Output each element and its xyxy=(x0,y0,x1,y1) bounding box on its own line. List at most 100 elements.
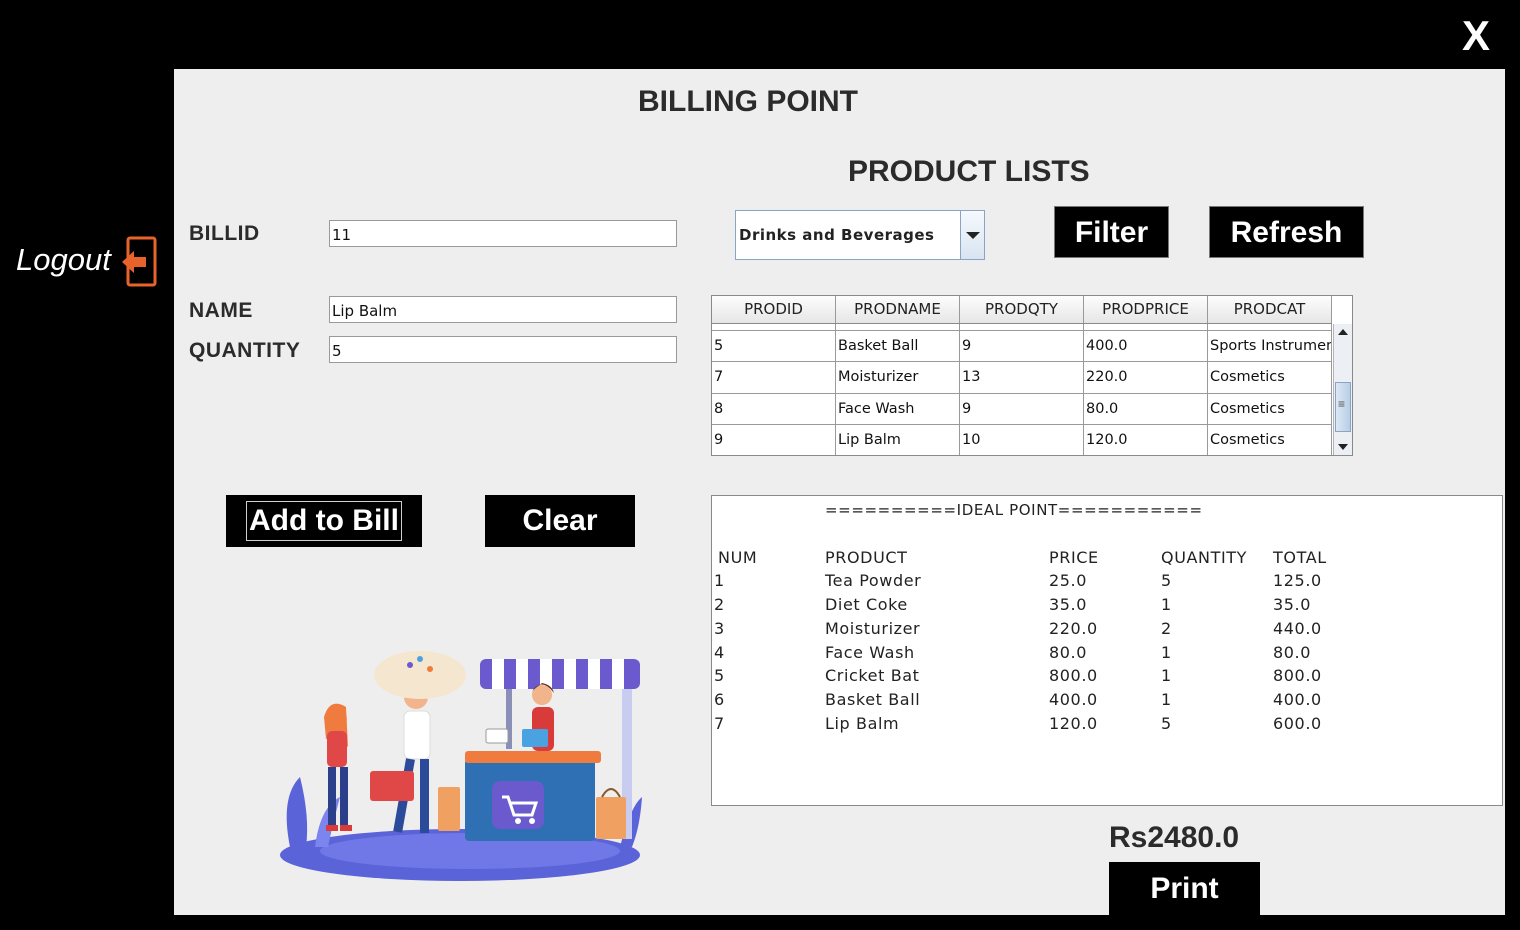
table-row[interactable]: 8 Face Wash 9 80.0 Cosmetics xyxy=(712,393,1332,425)
bill-cell: 5 xyxy=(1161,714,1172,733)
refresh-button[interactable]: Refresh xyxy=(1209,206,1364,258)
table-cell: 120.0 xyxy=(1084,424,1208,455)
scroll-up-icon[interactable] xyxy=(1334,324,1352,340)
column-header[interactable]: PRODNAME xyxy=(836,296,960,323)
bill-cell: 3 xyxy=(714,619,725,638)
table-cell: 5 xyxy=(712,331,836,362)
page-title: BILLING POINT xyxy=(638,85,858,118)
table-cell: 9 xyxy=(712,424,836,455)
table-cell: Basket Ball xyxy=(836,331,960,362)
quantity-field[interactable]: 5 xyxy=(329,336,677,363)
product-lists-title: PRODUCT LISTS xyxy=(848,155,1090,188)
bill-cell: 4 xyxy=(714,643,725,662)
add-to-bill-label: Add to Bill xyxy=(246,501,402,541)
clear-button[interactable]: Clear xyxy=(485,495,635,547)
bill-cell: 80.0 xyxy=(1049,643,1088,662)
table-cell: 400.0 xyxy=(1084,331,1208,362)
bill-cell: 5 xyxy=(714,666,725,685)
table-cell: Face Wash xyxy=(836,393,960,424)
billing-panel: BILLING POINT PRODUCT LISTS BILLID 11 NA… xyxy=(174,69,1505,915)
bill-column-header: PRODUCT xyxy=(825,548,908,567)
column-header[interactable]: PRODID xyxy=(712,296,836,323)
bill-cell: 120.0 xyxy=(1049,714,1098,733)
column-header[interactable]: PRODQTY xyxy=(960,296,1084,323)
bill-column-header: NUM xyxy=(718,548,758,567)
table-cell: 220.0 xyxy=(1084,362,1208,393)
bill-cell: 400.0 xyxy=(1049,690,1098,709)
scroll-thumb[interactable] xyxy=(1335,382,1351,432)
bill-cell: 400.0 xyxy=(1273,690,1322,709)
column-header[interactable]: PRODPRICE xyxy=(1084,296,1208,323)
bill-cell: 600.0 xyxy=(1273,714,1322,733)
table-cell: Cosmetics xyxy=(1208,362,1332,393)
table-cell: Moisturizer xyxy=(836,362,960,393)
bill-cell: 1 xyxy=(714,571,725,590)
bill-cell: Face Wash xyxy=(825,643,915,662)
bill-cell: 1 xyxy=(1161,690,1172,709)
bill-cell: Lip Balm xyxy=(825,714,900,733)
table-row[interactable]: 7 Moisturizer 13 220.0 Cosmetics xyxy=(712,362,1332,394)
bill-row: 5 Cricket Bat 800.0 1 800.0 xyxy=(712,666,1502,690)
category-dropdown[interactable]: Drinks and Beverages xyxy=(735,210,985,260)
close-button[interactable]: X xyxy=(1452,10,1500,62)
logout-button[interactable]: Logout xyxy=(14,236,160,288)
table-row[interactable]: 9 Lip Balm 10 120.0 Cosmetics xyxy=(712,424,1332,455)
bill-row: 4 Face Wash 80.0 1 80.0 xyxy=(712,643,1502,667)
add-to-bill-button[interactable]: Add to Bill xyxy=(226,495,422,547)
bill-cell: 800.0 xyxy=(1273,666,1322,685)
grand-total: Rs2480.0 xyxy=(1109,821,1240,854)
bill-cell: Tea Powder xyxy=(825,571,922,590)
table-cell: Lip Balm xyxy=(836,424,960,455)
bill-cell: 1 xyxy=(1161,643,1172,662)
billid-label: BILLID xyxy=(189,222,260,245)
bill-cell: 35.0 xyxy=(1049,595,1088,614)
scroll-down-icon[interactable] xyxy=(1334,439,1352,455)
name-field[interactable]: Lip Balm xyxy=(329,296,677,323)
print-button[interactable]: Print xyxy=(1109,862,1260,915)
table-cell: 80.0 xyxy=(1084,393,1208,424)
table-cell: 9 xyxy=(960,331,1084,362)
bill-cell: 2 xyxy=(714,595,725,614)
bill-column-header: TOTAL xyxy=(1273,548,1327,567)
bill-textarea[interactable]: ==========IDEAL POINT=========== NUM PRO… xyxy=(711,495,1503,806)
bill-column-header: QUANTITY xyxy=(1161,548,1248,567)
bill-column-header: PRICE xyxy=(1049,548,1099,567)
shop-illustration xyxy=(280,651,642,881)
bill-cell: 35.0 xyxy=(1273,595,1312,614)
bill-cell: 1 xyxy=(1161,666,1172,685)
table-body: 5 Basket Ball 9 400.0 Sports Instrumen..… xyxy=(712,324,1332,455)
bill-row: 1 Tea Powder 25.0 5 125.0 xyxy=(712,571,1502,595)
table-cell: Cosmetics xyxy=(1208,424,1332,455)
table-cell: 13 xyxy=(960,362,1084,393)
bill-cell: Basket Ball xyxy=(825,690,921,709)
logout-label: Logout xyxy=(16,242,111,277)
chevron-down-icon[interactable] xyxy=(960,211,984,259)
table-row[interactable]: 5 Basket Ball 9 400.0 Sports Instrumen..… xyxy=(712,331,1332,363)
bill-cell: Diet Coke xyxy=(825,595,908,614)
table-cell: 10 xyxy=(960,424,1084,455)
bill-cell: 800.0 xyxy=(1049,666,1098,685)
column-header[interactable]: PRODCAT xyxy=(1208,296,1332,323)
table-cell: Sports Instrumen... xyxy=(1208,331,1332,362)
logout-icon xyxy=(122,236,157,287)
bill-cell: 7 xyxy=(714,714,725,733)
bill-cell: 440.0 xyxy=(1273,619,1322,638)
table-cell: 9 xyxy=(960,393,1084,424)
bill-cell: 25.0 xyxy=(1049,571,1088,590)
filter-button[interactable]: Filter xyxy=(1054,206,1169,258)
bill-banner: ==========IDEAL POINT=========== xyxy=(825,501,1203,519)
bill-cell: 125.0 xyxy=(1273,571,1322,590)
bill-cell: 6 xyxy=(714,690,725,709)
bill-cell: 2 xyxy=(1161,619,1172,638)
product-table[interactable]: PRODID PRODNAME PRODQTY PRODPRICE PRODCA… xyxy=(711,295,1353,456)
table-row-partial[interactable] xyxy=(712,324,1332,331)
bill-row: 2 Diet Coke 35.0 1 35.0 xyxy=(712,595,1502,619)
bill-row: 7 Lip Balm 120.0 5 600.0 xyxy=(712,714,1502,738)
bill-row: 3 Moisturizer 220.0 2 440.0 xyxy=(712,619,1502,643)
table-scrollbar[interactable] xyxy=(1333,324,1352,455)
bill-header-row: NUM PRODUCT PRICE QUANTITY TOTAL xyxy=(712,548,1502,572)
table-cell: 8 xyxy=(712,393,836,424)
bill-cell: 5 xyxy=(1161,571,1172,590)
billid-field[interactable]: 11 xyxy=(329,220,677,247)
bill-cell: 220.0 xyxy=(1049,619,1098,638)
